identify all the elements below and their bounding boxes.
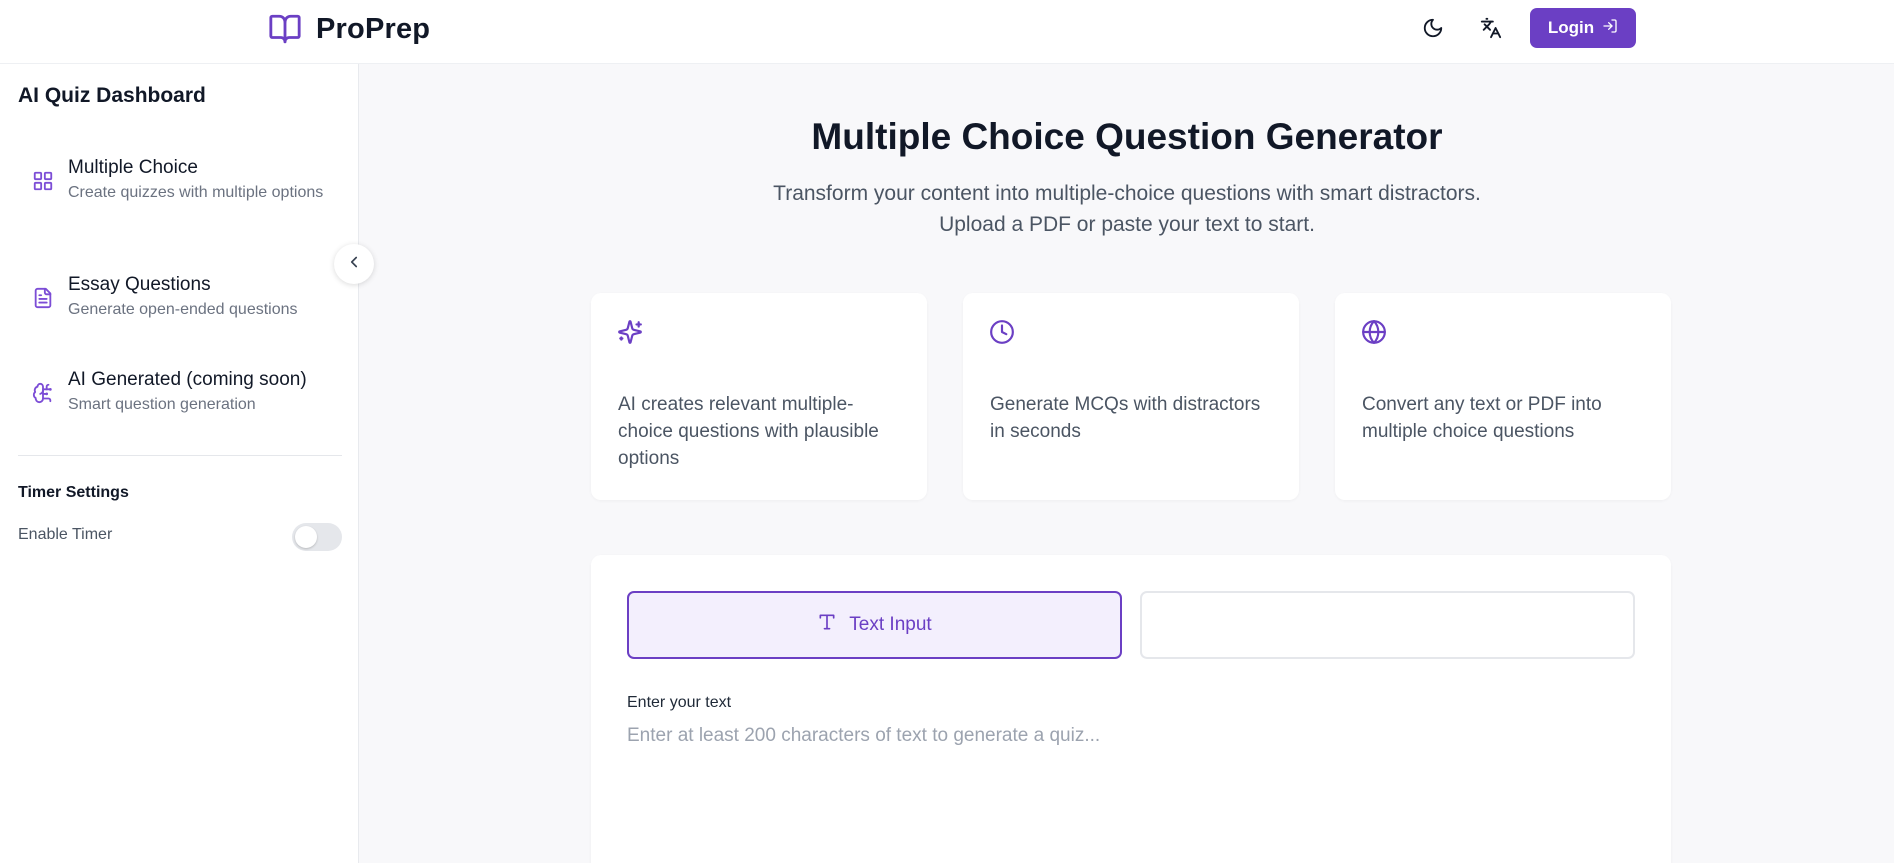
globe-icon	[1361, 319, 1389, 347]
document-icon	[18, 273, 68, 309]
tab-pdf-upload[interactable]	[1140, 591, 1635, 659]
feature-card-speed: Generate MCQs with distractors in second…	[963, 293, 1299, 500]
theme-toggle-button[interactable]	[1413, 10, 1453, 50]
subtitle-line: Transform your content into multiple-cho…	[773, 182, 1481, 205]
text-input-area[interactable]	[627, 725, 1635, 863]
feature-text: Convert any text or PDF into multiple ch…	[1362, 394, 1602, 442]
sidebar-item-essay-questions[interactable]: Essay Questions Generate open-ended ques…	[18, 273, 338, 321]
feature-text: AI creates relevant multiple-choice ques…	[618, 394, 879, 469]
sidebar-item-ai-generated[interactable]: AI Generated (coming soon) Smart questio…	[18, 368, 338, 416]
tab-label: Text Input	[849, 614, 932, 635]
sidebar-divider	[18, 455, 342, 456]
sparkles-icon	[617, 319, 645, 347]
text-icon	[817, 612, 837, 638]
page-subtitle: Transform your content into multiple-cho…	[360, 178, 1894, 240]
chevron-left-icon	[345, 253, 363, 276]
page-title: Multiple Choice Question Generator	[811, 116, 1443, 157]
translate-icon	[1480, 17, 1502, 44]
open-book-icon	[266, 10, 304, 48]
timer-settings-title: Timer Settings	[18, 484, 129, 501]
login-button[interactable]: Login	[1530, 8, 1636, 48]
login-label: Login	[1547, 18, 1595, 37]
sidebar-item-label: AI Generated (coming soon)	[68, 369, 307, 390]
clock-icon	[989, 319, 1017, 347]
enable-timer-toggle[interactable]	[292, 523, 342, 551]
brand-name: ProPrep	[316, 12, 431, 45]
grid-icon	[18, 156, 68, 192]
sidebar: AI Quiz Dashboard Multiple Choice Create…	[0, 64, 359, 863]
sidebar-item-label: Essay Questions	[68, 274, 211, 295]
tab-text-input[interactable]: Text Input	[627, 591, 1122, 659]
language-button[interactable]	[1471, 10, 1511, 50]
sidebar-item-description: Smart question generation	[68, 396, 256, 413]
collapse-sidebar-button[interactable]	[334, 244, 374, 284]
top-header: ProPrep Login	[0, 0, 1894, 64]
sign-in-icon	[1602, 18, 1618, 39]
enable-timer-label: Enable Timer	[18, 526, 113, 543]
input-label: Enter your text	[627, 694, 732, 711]
feature-card-convert: Convert any text or PDF into multiple ch…	[1335, 293, 1671, 500]
toggle-knob	[295, 526, 317, 548]
brain-icon	[18, 368, 68, 404]
sidebar-item-label: Multiple Choice	[68, 157, 198, 178]
sidebar-title: AI Quiz Dashboard	[18, 84, 206, 107]
brand-logo[interactable]: ProPrep	[266, 10, 430, 48]
sidebar-item-description: Generate open-ended questions	[68, 301, 298, 318]
feature-text: Generate MCQs with distractors in second…	[990, 394, 1261, 442]
subtitle-line: Upload a PDF or paste your text to start…	[939, 213, 1315, 236]
sidebar-item-description: Create quizzes with multiple options	[68, 184, 324, 201]
moon-icon	[1422, 17, 1444, 44]
feature-card-ai: AI creates relevant multiple-choice ques…	[591, 293, 927, 500]
input-panel: Text Input Enter your text	[591, 555, 1671, 863]
sidebar-item-multiple-choice[interactable]: Multiple Choice Create quizzes with mult…	[18, 156, 338, 204]
